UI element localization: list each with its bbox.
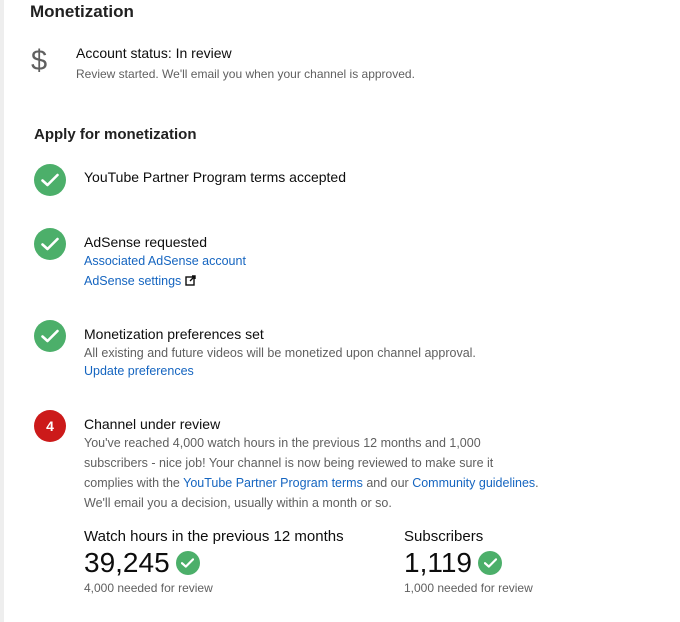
check-circle-icon: [175, 551, 200, 575]
external-link-icon: [185, 275, 196, 289]
step-review-description: You've reached 4,000 watch hours in the …: [84, 433, 539, 513]
review-desc-line: complies with the YouTube Partner Progra…: [84, 473, 539, 493]
review-desc-line: subscribers - nice job! Your channel is …: [84, 456, 494, 470]
subscribers-note: 1,000 needed for review: [404, 581, 533, 595]
review-desc-line: We'll email you a decision, usually with…: [84, 496, 392, 510]
check-circle-icon: [34, 164, 66, 196]
subscribers-stat: 1,119: [404, 547, 502, 579]
subscribers-label: Subscribers: [404, 528, 484, 545]
check-circle-icon: [34, 228, 66, 260]
watch-hours-label: Watch hours in the previous 12 months: [84, 528, 344, 545]
step-review-title: Channel under review: [84, 416, 221, 432]
subscribers-value: 1,119: [404, 547, 472, 578]
step-number-badge: 4: [34, 410, 66, 442]
apply-section-title: Apply for monetization: [34, 126, 197, 143]
step-terms-title: YouTube Partner Program terms accepted: [84, 169, 346, 185]
step-preferences-description: All existing and future videos will be m…: [84, 346, 476, 360]
review-desc-text: .: [535, 476, 539, 490]
adsense-settings-link[interactable]: AdSense settings: [84, 274, 196, 289]
page-title: Monetization: [30, 2, 134, 21]
associated-adsense-link[interactable]: Associated AdSense account: [84, 254, 246, 268]
account-status-title: Account status: In review: [76, 45, 232, 61]
review-desc-line: You've reached 4,000 watch hours in the …: [84, 436, 481, 450]
review-desc-text: and our: [362, 476, 413, 490]
update-preferences-link[interactable]: Update preferences: [84, 364, 194, 378]
review-desc-text: complies with the: [84, 476, 184, 490]
watch-hours-stat: 39,245: [84, 547, 200, 579]
check-circle-icon: [34, 320, 66, 352]
watch-hours-note: 4,000 needed for review: [84, 581, 213, 595]
account-status-description: Review started. We'll email you when you…: [76, 67, 415, 81]
step-adsense-title: AdSense requested: [84, 234, 207, 250]
left-divider: [0, 0, 4, 622]
community-guidelines-link[interactable]: Community guidelines: [412, 476, 535, 490]
check-circle-icon: [478, 551, 502, 575]
step-preferences-title: Monetization preferences set: [84, 326, 264, 342]
dollar-icon: $: [31, 45, 48, 77]
ypp-terms-link[interactable]: YouTube Partner Program terms: [183, 476, 363, 490]
adsense-settings-label: AdSense settings: [84, 274, 182, 288]
watch-hours-value: 39,245: [84, 547, 170, 578]
